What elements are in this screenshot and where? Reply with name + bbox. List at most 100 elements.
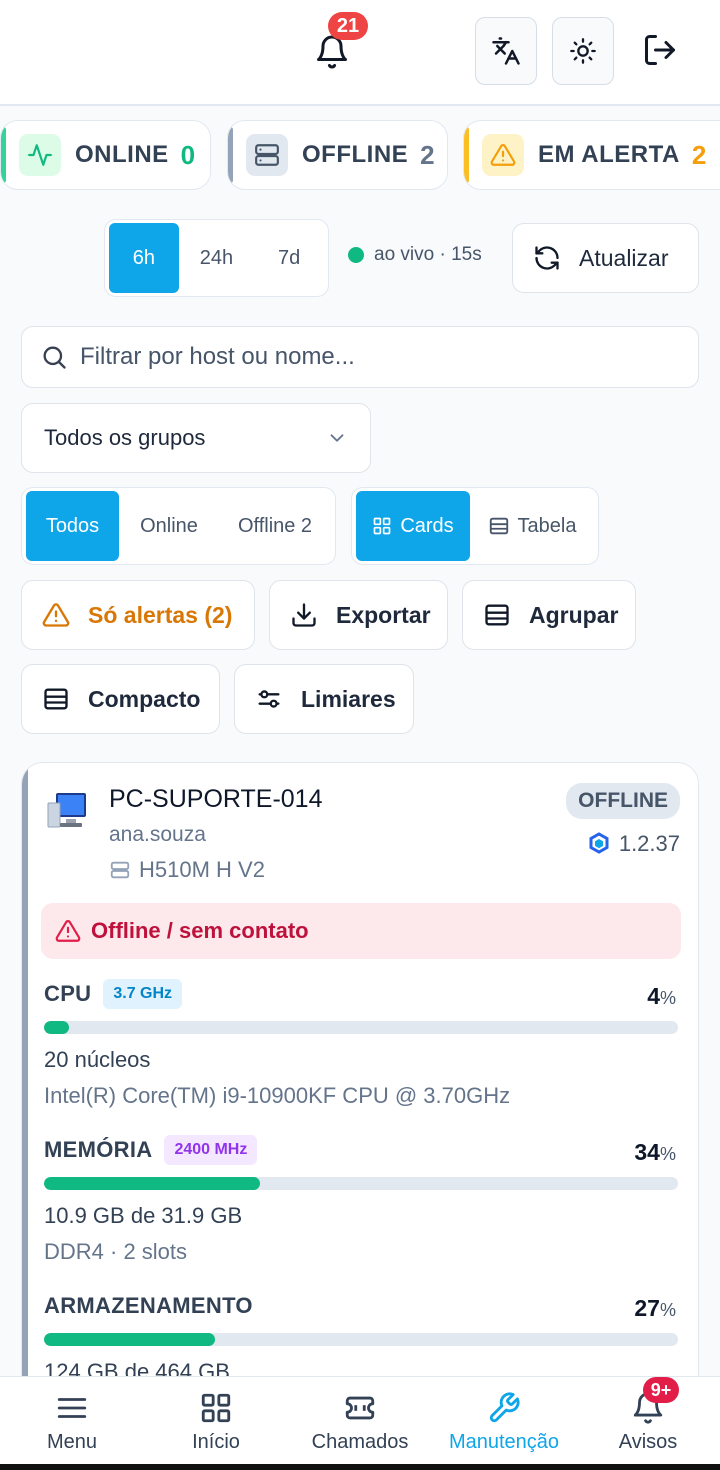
live-indicator: ao vivo · 15s (348, 244, 482, 266)
storage-label: ARMAZENAMENTO (44, 1293, 253, 1318)
agent-version-text: 1.2.37 (618, 831, 680, 856)
thresholds-button[interactable]: Limiares (234, 664, 414, 734)
storage-percent: 27% (634, 1295, 676, 1321)
group-button[interactable]: Agrupar (462, 580, 636, 650)
memory-frequency-tag: 2400 MHz (164, 1135, 258, 1165)
offline-alert-text: Offline / sem contato (91, 918, 309, 943)
refresh-button[interactable]: Atualizar (512, 223, 699, 293)
cpu-usage-fill (44, 1021, 70, 1034)
export-button[interactable]: Exportar (269, 580, 448, 650)
sun-icon (570, 38, 596, 64)
status-offline-card[interactable]: OFFLINE 2 (227, 120, 448, 190)
nav-menu-label: Menu (46, 1431, 98, 1453)
logout-button[interactable] (642, 32, 680, 70)
sliders-icon (258, 690, 280, 708)
search-icon (43, 346, 66, 369)
avisos-count-badge: 9+ (643, 1377, 679, 1403)
nav-chamados[interactable]: Chamados (288, 1377, 432, 1470)
chevron-down-icon (330, 434, 344, 442)
refresh-label: Atualizar (579, 244, 669, 271)
nav-manutencao[interactable]: Manutenção (432, 1377, 576, 1470)
thresholds-label: Limiares (301, 685, 396, 712)
card-board-text: H510M H V2 (139, 857, 265, 882)
view-mode-selector: Cards Tabela (351, 487, 599, 565)
memory-percent-value: 34 (634, 1139, 660, 1165)
rows-icon (44, 688, 68, 710)
computer-icon (47, 793, 86, 828)
compact-label: Compacto (88, 685, 201, 712)
memory-percent: 34% (634, 1139, 676, 1165)
download-icon (292, 603, 316, 627)
memory-usage-bar (44, 1177, 678, 1190)
live-text: ao vivo · 15s (374, 244, 482, 265)
status-alert-card[interactable]: EM ALERTA 2 (463, 120, 720, 190)
range-option-6h[interactable]: 6h (109, 223, 179, 293)
view-cards-label: Cards (400, 514, 454, 537)
range-option-7d[interactable]: 7d (254, 223, 324, 293)
cpu-cores: 20 núcleos (44, 1047, 151, 1072)
agent-version: 1.2.37 (587, 831, 680, 857)
activity-icon (19, 134, 61, 176)
group-select[interactable]: Todos os grupos (21, 403, 371, 473)
filter-offline[interactable]: Offline 2 (219, 491, 331, 561)
card-hostname: PC-SUPORTE-014 (109, 785, 323, 813)
theme-toggle-button[interactable] (552, 17, 614, 85)
cpu-frequency-tag: 3.7 GHz (103, 979, 183, 1009)
memory-header: MEMÓRIA 2400 MHz (44, 1135, 258, 1165)
machine-card[interactable]: PC-SUPORTE-014 ana.souza H510M H V2 OFFL… (21, 762, 699, 1470)
nav-manutencao-label: Manutenção (448, 1431, 560, 1453)
cpu-model: Intel(R) Core(TM) i9-10900KF CPU @ 3.70G… (44, 1083, 511, 1108)
view-cards-option[interactable]: Cards (356, 491, 470, 561)
nav-menu[interactable]: Menu (0, 1377, 144, 1470)
offline-alert: Offline / sem contato (41, 903, 681, 959)
status-alert-count: 2 (691, 139, 707, 170)
status-accent-bar (464, 127, 469, 183)
notifications-count-badge: 21 (328, 12, 368, 40)
server-icon (110, 861, 130, 879)
storage-header: ARMAZENAMENTO (44, 1293, 253, 1319)
status-accent-bar (1, 127, 6, 183)
bottom-navigation: Menu Início Chamados Manutenção Avisos (0, 1376, 720, 1470)
rows-icon (485, 604, 509, 626)
logout-icon (645, 35, 675, 65)
view-table-label: Tabela (517, 514, 577, 537)
wrench-icon (489, 1392, 520, 1423)
storage-usage-fill (44, 1333, 216, 1346)
only-alerts-label: Só alertas (2) (88, 601, 233, 628)
cpu-usage-bar (44, 1021, 678, 1034)
status-offline-count: 2 (420, 139, 435, 170)
status-online-count: 0 (180, 139, 196, 170)
status-alert-label: EM ALERTA (538, 141, 680, 168)
storage-percent-value: 27 (634, 1295, 660, 1321)
memory-usage-text: 10.9 GB de 31.9 GB (44, 1203, 243, 1228)
server-icon (246, 134, 288, 176)
live-dot (348, 247, 364, 263)
filter-todos[interactable]: Todos (26, 491, 119, 561)
status-online-card[interactable]: ONLINE 0 (0, 120, 211, 190)
translate-icon (492, 37, 520, 65)
warning-icon (55, 920, 81, 942)
view-table-option[interactable]: Tabela (470, 491, 594, 561)
agent-logo-icon (589, 832, 609, 854)
search-input[interactable] (80, 343, 670, 371)
table-icon (489, 517, 508, 535)
storage-usage-bar (44, 1333, 678, 1346)
export-label: Exportar (336, 601, 431, 628)
card-status-bar (22, 763, 28, 1470)
status-accent-bar (228, 127, 233, 183)
cpu-percent-value: 4 (647, 983, 660, 1009)
dashboard-icon (201, 1393, 231, 1423)
only-alerts-button[interactable]: Só alertas (2) (21, 580, 255, 650)
warning-icon (482, 134, 524, 176)
grid-icon (373, 517, 391, 535)
range-option-24h[interactable]: 24h (179, 223, 255, 293)
language-button[interactable] (475, 17, 537, 85)
time-range-selector: 6h 24h 7d (104, 219, 329, 297)
filter-online[interactable]: Online (119, 491, 219, 561)
nav-inicio-label: Início (192, 1431, 240, 1453)
status-online-label: ONLINE (75, 141, 169, 168)
ticket-icon (345, 1396, 375, 1420)
compact-button[interactable]: Compacto (21, 664, 220, 734)
memory-label: MEMÓRIA (44, 1137, 153, 1162)
nav-inicio[interactable]: Início (144, 1377, 288, 1470)
